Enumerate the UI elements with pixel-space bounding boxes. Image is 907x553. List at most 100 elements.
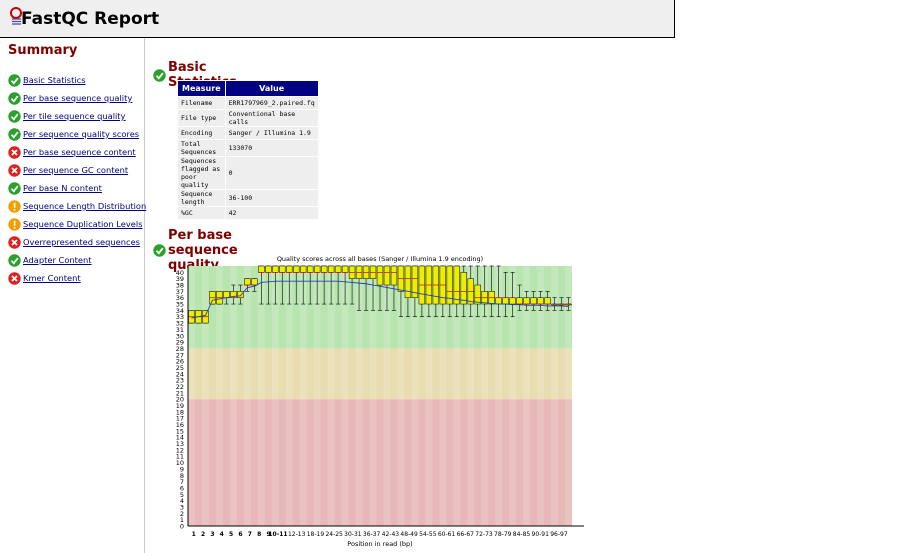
summary-link[interactable]: Kmer Content	[23, 273, 81, 283]
pass-icon	[8, 73, 21, 87]
summary-link[interactable]: Per sequence GC content	[23, 165, 128, 175]
quality-box	[509, 297, 516, 305]
quality-box	[516, 297, 523, 305]
quality-box	[306, 265, 314, 273]
table-row: Total Sequences 133070	[177, 139, 319, 157]
measure-cell: Filename	[177, 96, 226, 110]
quality-box	[523, 297, 530, 305]
summary-item[interactable]: Sequence Duplication Levels	[8, 215, 146, 233]
x-tick-label: 10-11	[268, 531, 287, 538]
summary-item[interactable]: Overrepresented sequences	[8, 233, 146, 251]
quality-box	[334, 265, 342, 273]
x-tick-label: 54-55	[419, 531, 437, 538]
fail-icon	[8, 235, 21, 249]
quality-box	[383, 265, 391, 286]
value-cell: Conventional base calls	[224, 109, 319, 127]
summary-item[interactable]: Per base sequence content	[8, 143, 146, 161]
pass-icon	[8, 127, 21, 141]
x-tick-label: 78-79	[494, 531, 512, 538]
pass-icon	[8, 91, 21, 105]
summary-item[interactable]: Per tile sequence quality	[8, 107, 146, 125]
summary-link[interactable]: Adapter Content	[23, 255, 92, 265]
value-cell: 133070	[224, 139, 319, 157]
summary-link[interactable]: Per tile sequence quality	[23, 111, 125, 121]
x-tick-label: 66-67	[457, 531, 475, 538]
x-tick-label: 42-43	[382, 531, 400, 538]
measure-cell: Encoding	[177, 126, 226, 140]
y-tick-label: 40	[176, 269, 184, 277]
measure-cell: Total Sequences	[177, 139, 226, 157]
x-tick-label: 48-49	[400, 531, 418, 538]
pass-icon	[153, 244, 166, 257]
summary-item[interactable]: Per sequence GC content	[8, 161, 146, 179]
quality-box	[244, 278, 251, 286]
table-row: Sequence length 36-100	[177, 189, 319, 207]
table-row: Sequences flagged as poor quality 0	[177, 156, 319, 190]
report-title: FastQC Report	[21, 9, 160, 29]
quality-box	[223, 291, 230, 298]
summary-link[interactable]: Per base N content	[23, 183, 102, 193]
report-header: FastQC Report	[0, 0, 675, 38]
value-cell: Sanger / Illumina 1.9	[224, 126, 319, 140]
summary-item[interactable]: Kmer Content	[8, 269, 146, 287]
x-tick-label: 30-31	[344, 531, 362, 538]
value-cell: 42	[224, 206, 319, 220]
pass-icon	[8, 109, 21, 123]
per-base-quality-chart: 0123456789101112131415161718192021222324…	[176, 255, 584, 548]
summary-item[interactable]: Adapter Content	[8, 251, 146, 269]
summary-link[interactable]: Basic Statistics	[23, 75, 86, 85]
x-tick-label: 96-97	[550, 531, 568, 538]
column-stripe	[201, 266, 209, 526]
summary-sidebar: Summary Basic Statistics Per base sequenc…	[0, 38, 146, 553]
summary-item[interactable]: Basic Statistics	[8, 71, 146, 89]
summary-link[interactable]: Sequence Duplication Levels	[23, 219, 143, 229]
x-tick-label: 8	[257, 531, 261, 538]
x-tick-label: 12-13	[288, 531, 306, 538]
summary-link[interactable]: Per sequence quality scores	[23, 129, 139, 139]
summary-link[interactable]: Per base sequence quality	[23, 93, 132, 103]
column-stripe	[271, 266, 279, 526]
summary-link[interactable]: Sequence Length Distribution	[23, 201, 146, 211]
column-stripe	[257, 266, 265, 526]
x-tick-label: 7	[248, 531, 252, 538]
summary-item[interactable]: Per base sequence quality	[8, 89, 146, 107]
x-tick-label: 5	[229, 531, 233, 538]
quality-box	[286, 265, 293, 273]
value-cell: 0	[224, 156, 319, 190]
pass-icon	[153, 68, 166, 82]
table-row: Filename ERR1797969_2.paired.fq	[177, 96, 319, 110]
table-row: Encoding Sanger / Illumina 1.9	[177, 126, 319, 140]
column-stripe	[313, 266, 321, 526]
x-tick-label: 3	[210, 531, 214, 538]
column-stripe	[243, 266, 251, 526]
table-row: File type Conventional base calls	[177, 109, 319, 127]
quality-box	[293, 265, 300, 273]
x-tick-label: 1	[192, 531, 196, 538]
x-tick-label: 36-37	[363, 531, 381, 538]
quality-box	[404, 265, 412, 298]
column-stripe	[341, 266, 349, 526]
quality-box	[300, 265, 307, 273]
summary-link[interactable]: Overrepresented sequences	[23, 237, 140, 247]
measure-cell: File type	[177, 109, 226, 127]
quality-box	[453, 265, 460, 305]
summary-item[interactable]: Sequence Length Distribution	[8, 197, 146, 215]
summary-item[interactable]: Per sequence quality scores	[8, 125, 146, 143]
summary-link[interactable]: Per base sequence content	[23, 147, 136, 157]
fail-icon	[8, 271, 21, 285]
x-tick-label: 6	[238, 531, 242, 538]
pass-icon	[8, 253, 21, 267]
quality-box	[376, 265, 384, 286]
column-stripe	[188, 266, 195, 526]
table-header-value: Value	[224, 80, 319, 97]
summary-item[interactable]: Per base N content	[8, 179, 146, 197]
summary-list: Basic Statistics Per base sequence qualit…	[8, 71, 146, 287]
x-axis-label: Position in read (bp)	[347, 540, 412, 548]
measure-cell: Sequences flagged as poor quality	[177, 156, 226, 190]
x-tick-label: 2	[201, 531, 205, 538]
quality-box	[279, 265, 286, 273]
quality-box	[460, 272, 467, 305]
pass-icon	[8, 181, 21, 195]
chart-title: Quality scores across all bases (Sanger …	[277, 255, 483, 263]
table-row: %GC 42	[177, 206, 319, 220]
